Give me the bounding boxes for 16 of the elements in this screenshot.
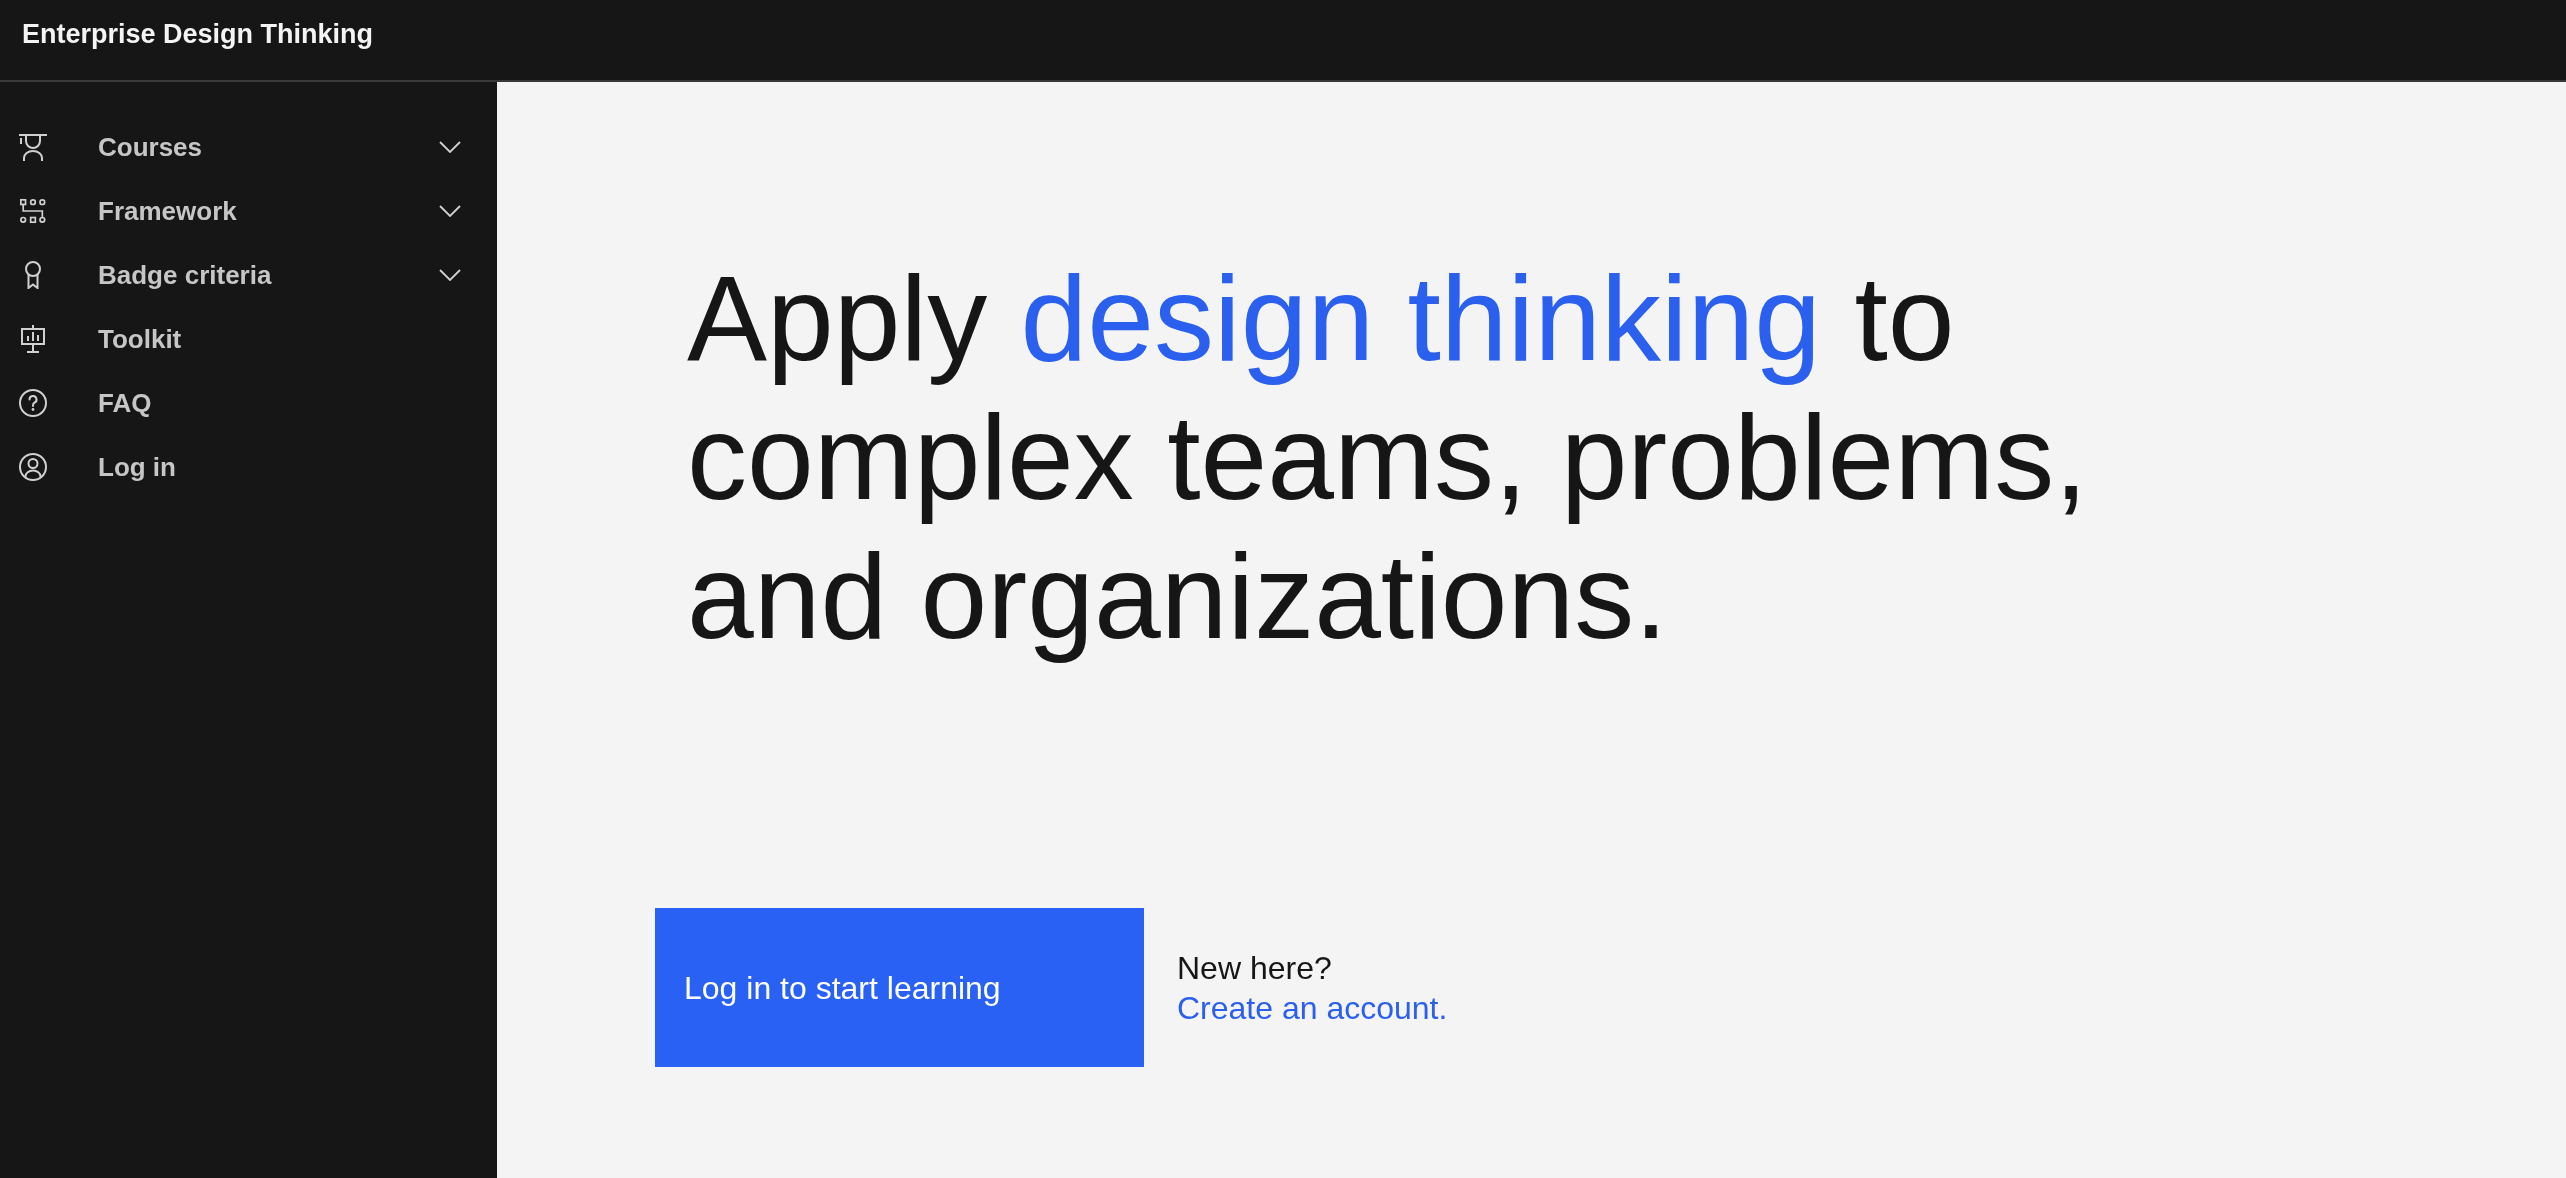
graduate-icon — [19, 133, 47, 161]
nav-item[interactable]: Log in — [0, 435, 497, 499]
user-avatar-icon — [19, 453, 47, 481]
help-icon — [19, 389, 47, 417]
create-account-link[interactable]: Create an account. — [1177, 987, 1448, 1028]
signup-prompt: New here? — [1177, 948, 1333, 988]
site-title[interactable]: Enterprise Design Thinking — [22, 19, 374, 49]
nav-item[interactable]: Courses — [0, 115, 497, 179]
presentation-board-icon — [19, 325, 47, 353]
headline: Apply design thinking to complex teams, problems, and organizations. — [687, 250, 2089, 665]
nav-item[interactable]: Badge criteria — [0, 243, 497, 307]
nav-item[interactable]: FAQ — [0, 371, 497, 435]
nav-item[interactable]: Toolkit — [0, 307, 497, 371]
login-button[interactable]: Log in to start learning — [655, 908, 1144, 1067]
nav-item[interactable]: Framework — [0, 179, 497, 243]
flowchart-icon — [19, 197, 47, 225]
